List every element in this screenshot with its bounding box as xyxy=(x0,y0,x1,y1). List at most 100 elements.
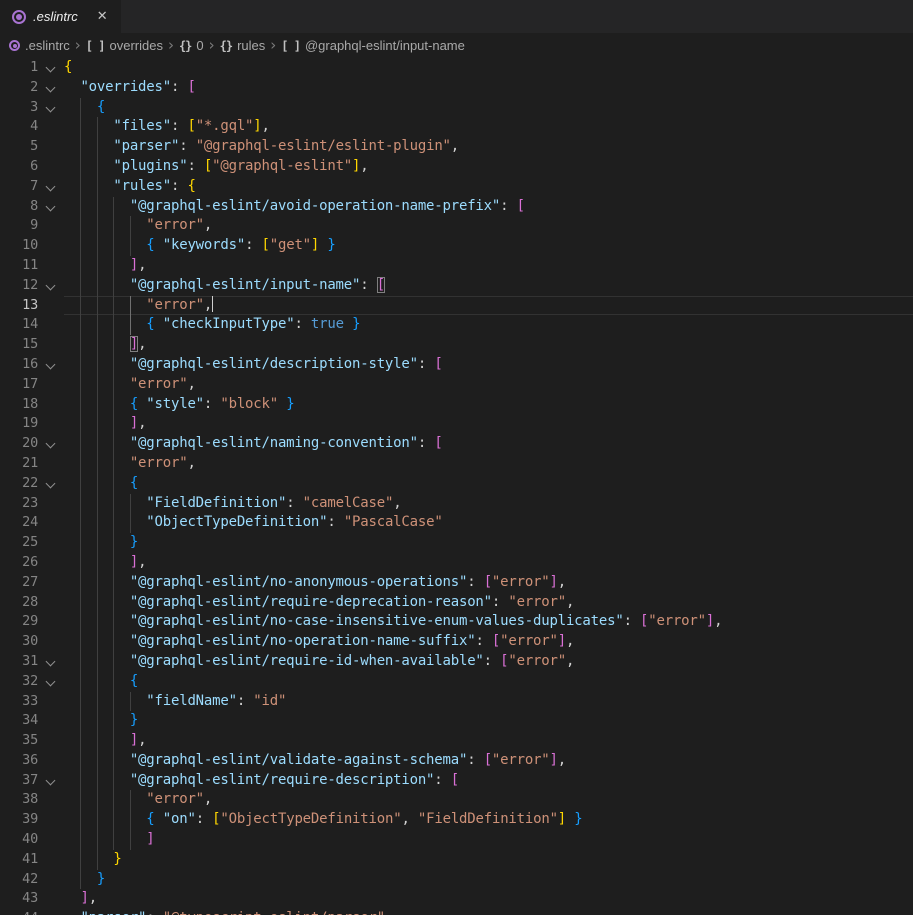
chevron-down-icon[interactable] xyxy=(38,355,64,375)
breadcrumb-item[interactable]: {}0 xyxy=(179,38,204,53)
code-line[interactable]: 13"error", xyxy=(0,296,913,316)
indent-guide xyxy=(113,434,114,454)
indent-guide xyxy=(113,414,114,434)
code-line[interactable]: 23"FieldDefinition": "camelCase", xyxy=(0,494,913,514)
chevron-down-icon[interactable] xyxy=(38,672,64,692)
code-token: : xyxy=(286,495,302,511)
code-line[interactable]: 4"files": ["*.gql"], xyxy=(0,117,913,137)
code-token: [ xyxy=(484,752,492,768)
breadcrumb-item[interactable]: [ ]overrides xyxy=(86,38,163,53)
code-line[interactable]: 32{ xyxy=(0,672,913,692)
code-line[interactable]: 21"error", xyxy=(0,454,913,474)
editor: 1{2"overrides": [3{4"files": ["*.gql"],5… xyxy=(0,58,913,915)
code-line[interactable]: 30"@graphql-eslint/no-operation-name-suf… xyxy=(0,632,913,652)
code-line[interactable]: 9"error", xyxy=(0,216,913,236)
fold-column xyxy=(38,909,64,915)
code-line[interactable]: 33"fieldName": "id" xyxy=(0,692,913,712)
line-number: 43 xyxy=(0,889,38,909)
chevron-down-icon[interactable] xyxy=(38,474,64,494)
indent-guide xyxy=(80,157,81,177)
code-line[interactable]: 38"error", xyxy=(0,790,913,810)
chevron-down-icon[interactable] xyxy=(38,58,64,78)
indent-guide xyxy=(113,652,114,672)
code-line[interactable]: 39{ "on": ["ObjectTypeDefinition", "Fiel… xyxy=(0,810,913,830)
line-content: "@graphql-eslint/avoid-operation-name-pr… xyxy=(64,197,913,217)
indent-guide xyxy=(80,355,81,375)
code-line[interactable]: 15], xyxy=(0,335,913,355)
indent-guide xyxy=(113,474,114,494)
line-number: 16 xyxy=(0,355,38,375)
code-line[interactable]: 14{ "checkInputType": true } xyxy=(0,315,913,335)
indent-guide xyxy=(97,177,98,197)
code-line[interactable]: 12"@graphql-eslint/input-name": [ xyxy=(0,276,913,296)
chevron-down-icon[interactable] xyxy=(38,98,64,118)
close-icon[interactable]: ✕ xyxy=(94,8,111,25)
breadcrumb-item[interactable]: [ ]@graphql-eslint/input-name xyxy=(281,38,465,53)
fold-column xyxy=(38,692,64,712)
gutter: 34 xyxy=(0,711,64,731)
code-line[interactable]: 20"@graphql-eslint/naming-convention": [ xyxy=(0,434,913,454)
code-line[interactable]: 28"@graphql-eslint/require-deprecation-r… xyxy=(0,593,913,613)
code-line[interactable]: 35], xyxy=(0,731,913,751)
code-token: "error" xyxy=(492,574,550,590)
code-line[interactable]: 7"rules": { xyxy=(0,177,913,197)
code-line[interactable]: 41} xyxy=(0,850,913,870)
code-line[interactable]: 40] xyxy=(0,830,913,850)
indent-guide xyxy=(113,335,114,355)
code-line[interactable]: 2"overrides": [ xyxy=(0,78,913,98)
line-content: "@graphql-eslint/naming-convention": [ xyxy=(64,434,913,454)
indent-guide xyxy=(97,533,98,553)
code-token: "parser" xyxy=(113,138,179,154)
chevron-down-icon[interactable] xyxy=(38,78,64,98)
code-line[interactable]: 26], xyxy=(0,553,913,573)
indent-guide xyxy=(97,434,98,454)
code-line[interactable]: 24"ObjectTypeDefinition": "PascalCase" xyxy=(0,513,913,533)
code-line[interactable]: 44"parser": "@typescript-eslint/parser" xyxy=(0,909,913,915)
indent-guide xyxy=(80,790,81,810)
code-line[interactable]: 1{ xyxy=(0,58,913,78)
code-token: , xyxy=(187,455,195,471)
chevron-down-icon[interactable] xyxy=(38,177,64,197)
code-line[interactable]: 17"error", xyxy=(0,375,913,395)
code-token: "error" xyxy=(146,297,204,313)
line-number: 39 xyxy=(0,810,38,830)
code-line[interactable]: 16"@graphql-eslint/description-style": [ xyxy=(0,355,913,375)
chevron-down-icon[interactable] xyxy=(38,652,64,672)
line-content: { xyxy=(64,474,913,494)
indent-guide xyxy=(113,593,114,613)
fold-column xyxy=(38,315,64,335)
code-token: : xyxy=(467,752,483,768)
code-line[interactable]: 31"@graphql-eslint/require-id-when-avail… xyxy=(0,652,913,672)
code-line[interactable]: 8"@graphql-eslint/avoid-operation-name-p… xyxy=(0,197,913,217)
code-token: [ xyxy=(204,158,212,174)
code-line[interactable]: 29"@graphql-eslint/no-case-insensitive-e… xyxy=(0,612,913,632)
line-number: 24 xyxy=(0,513,38,533)
chevron-down-icon[interactable] xyxy=(38,771,64,791)
code-line[interactable]: 5"parser": "@graphql-eslint/eslint-plugi… xyxy=(0,137,913,157)
indent-guide xyxy=(97,632,98,652)
breadcrumb-item[interactable]: {}rules xyxy=(220,38,266,53)
code-line[interactable]: 43], xyxy=(0,889,913,909)
line-content: ], xyxy=(64,256,913,276)
code-line[interactable]: 10{ "keywords": ["get"] } xyxy=(0,236,913,256)
code-token: } xyxy=(130,712,138,728)
code-line[interactable]: 3{ xyxy=(0,98,913,118)
code-line[interactable]: 11], xyxy=(0,256,913,276)
chevron-down-icon[interactable] xyxy=(38,276,64,296)
chevron-down-icon[interactable] xyxy=(38,434,64,454)
code-line[interactable]: 6"plugins": ["@graphql-eslint"], xyxy=(0,157,913,177)
code-line[interactable]: 25} xyxy=(0,533,913,553)
code-line[interactable]: 36"@graphql-eslint/validate-against-sche… xyxy=(0,751,913,771)
chevron-down-icon[interactable] xyxy=(38,197,64,217)
code-line[interactable]: 27"@graphql-eslint/no-anonymous-operatio… xyxy=(0,573,913,593)
code-line[interactable]: 22{ xyxy=(0,474,913,494)
code-line[interactable]: 19], xyxy=(0,414,913,434)
code-token: , xyxy=(401,811,417,827)
code-line[interactable]: 37"@graphql-eslint/require-description":… xyxy=(0,771,913,791)
code-line[interactable]: 42} xyxy=(0,870,913,890)
tab-eslintrc[interactable]: .eslintrc ✕ xyxy=(0,0,121,33)
code-line[interactable]: 18{ "style": "block" } xyxy=(0,395,913,415)
line-content: "FieldDefinition": "camelCase", xyxy=(64,494,913,514)
code-line[interactable]: 34} xyxy=(0,711,913,731)
breadcrumb-item[interactable]: .eslintrc xyxy=(9,38,70,53)
